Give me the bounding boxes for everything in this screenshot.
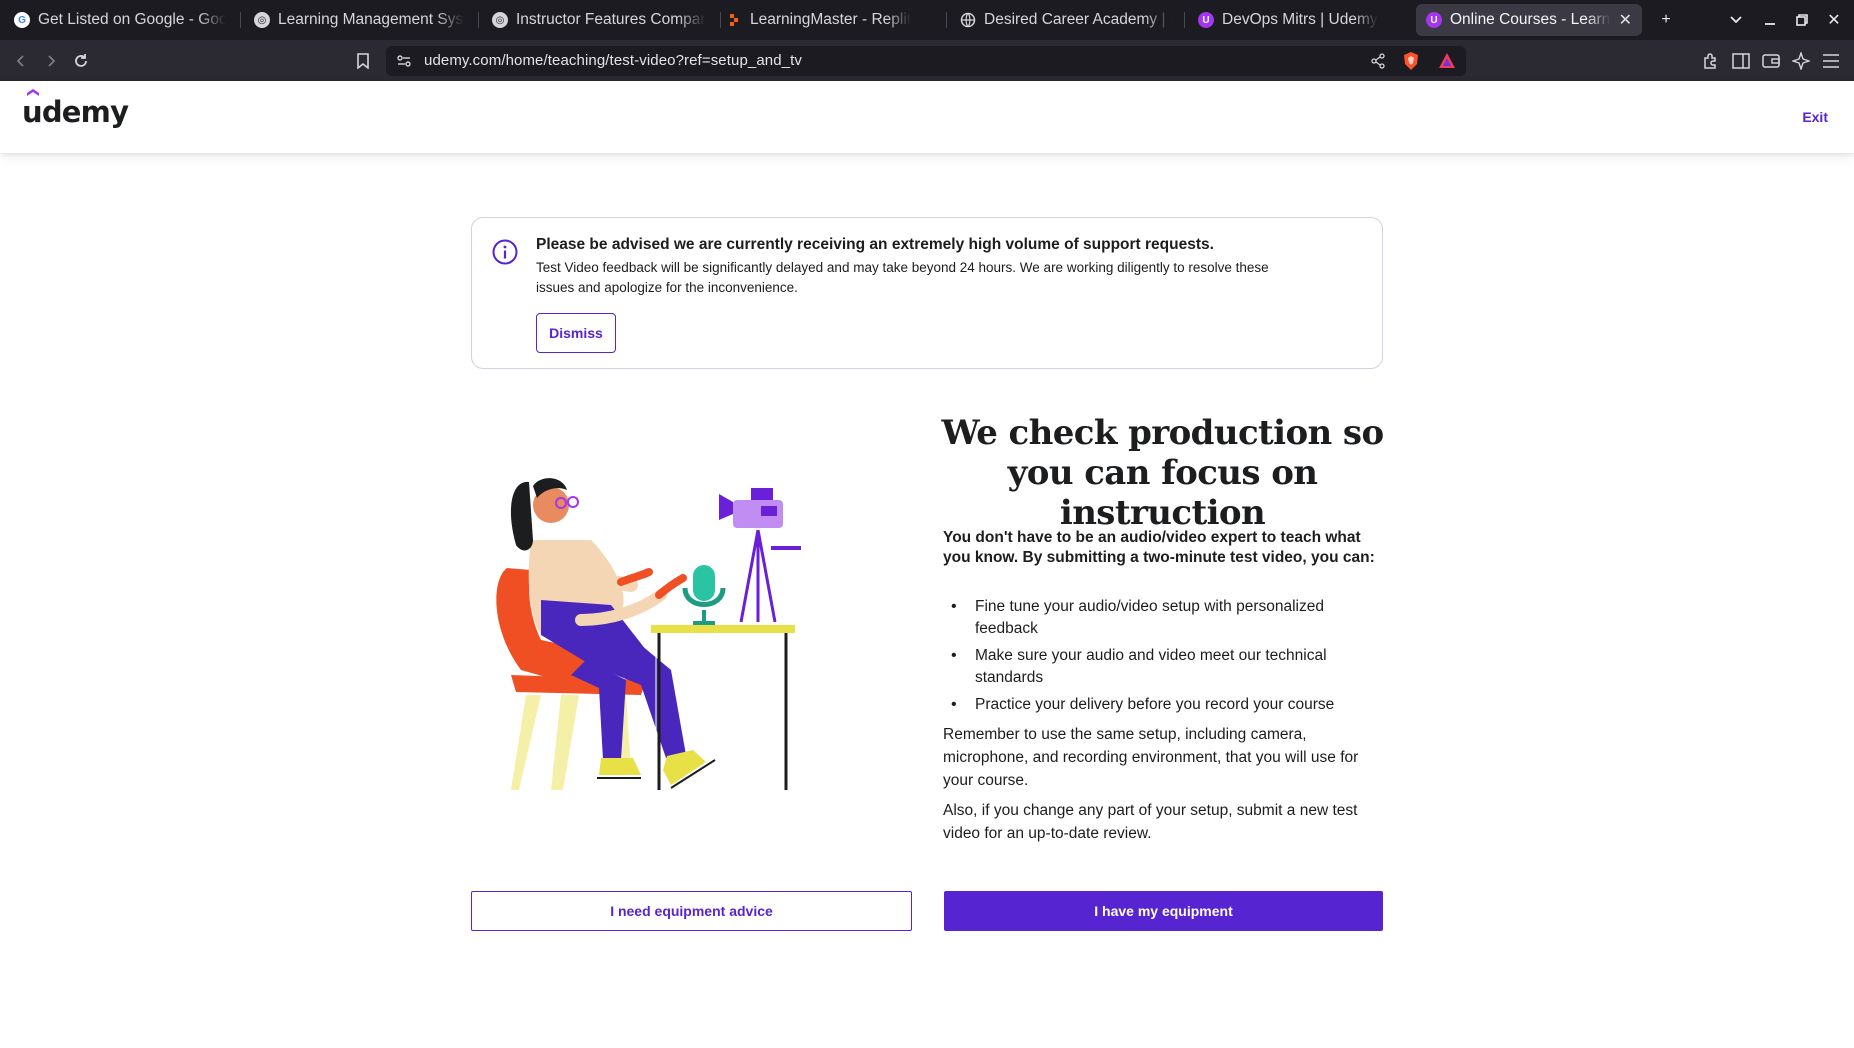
tab-close-icon[interactable]: ✕	[1611, 10, 1632, 30]
bookmark-icon[interactable]	[350, 48, 376, 74]
forward-icon[interactable]	[38, 48, 64, 74]
site-header: udemy Exit	[0, 81, 1854, 153]
openai-icon: ◎	[254, 12, 270, 28]
setup-reminder-text: Remember to use the same setup, includin…	[943, 726, 1359, 789]
close-window-icon[interactable]: ✕	[1822, 8, 1846, 32]
exit-link[interactable]: Exit	[1802, 109, 1828, 125]
leo-ai-icon[interactable]	[1788, 48, 1814, 74]
wallet-icon[interactable]	[1758, 48, 1784, 74]
list-item: Fine tune your audio/video setup with pe…	[943, 596, 1383, 640]
reload-icon[interactable]	[68, 48, 94, 74]
info-icon	[492, 239, 518, 265]
browser-tab-replit[interactable]: LearningMaster - Replit	[716, 4, 948, 36]
share-icon[interactable]	[1370, 53, 1386, 74]
notice-title: Please be advised we are currently recei…	[536, 236, 1214, 253]
brave-shields-icon[interactable]	[1402, 51, 1420, 76]
list-item: Practice your delivery before you record…	[943, 694, 1383, 716]
intro-text: You don't have to be an audio/video expe…	[943, 529, 1375, 566]
browser-tab-lms[interactable]: ◎ Learning Management Syst	[244, 4, 474, 36]
instructor-recording-illustration	[496, 478, 801, 790]
browser-tab-instructor[interactable]: ◎ Instructor Features Compar	[482, 4, 716, 36]
browser-tab-devops-mitrs[interactable]: U DevOps Mitrs | Udemy	[1188, 4, 1414, 36]
url-text: udemy.com/home/teaching/test-video?ref=s…	[424, 52, 802, 69]
benefits-list: Fine tune your audio/video setup with pe…	[943, 596, 1383, 721]
address-bar[interactable]: udemy.com/home/teaching/test-video?ref=s…	[386, 46, 1466, 76]
browser-tab-strip: G Get Listed on Google - Goog ◎ Learning…	[0, 0, 1854, 40]
new-tab-icon[interactable]: +	[1654, 8, 1678, 32]
resubmit-note-text: Also, if you change any part of your set…	[943, 802, 1358, 842]
replit-icon	[726, 12, 742, 28]
sidebar-icon[interactable]	[1728, 48, 1754, 74]
dismiss-button[interactable]: Dismiss	[536, 313, 616, 353]
udemy-logo[interactable]: udemy	[22, 95, 129, 129]
google-icon: G	[14, 12, 30, 28]
brave-rewards-icon[interactable]	[1438, 52, 1456, 75]
list-item: Make sure your audio and video meet our …	[943, 645, 1383, 689]
globe-icon	[960, 12, 976, 28]
site-info-icon[interactable]	[396, 53, 412, 74]
udemy-icon: U	[1198, 12, 1214, 28]
openai-icon: ◎	[492, 12, 508, 28]
minimize-icon[interactable]	[1758, 8, 1782, 32]
back-icon[interactable]	[8, 48, 34, 74]
support-notice-banner: Please be advised we are currently recei…	[471, 217, 1383, 369]
extensions-icon[interactable]	[1698, 48, 1724, 74]
page-headline: We check production so you can focus on …	[941, 413, 1384, 533]
menu-icon[interactable]	[1818, 48, 1844, 74]
udemy-icon: U	[1426, 12, 1442, 28]
have-equipment-button[interactable]: I have my equipment	[944, 891, 1383, 931]
browser-tab-career-academy[interactable]: Desired Career Academy | E	[950, 4, 1182, 36]
browser-toolbar: udemy.com/home/teaching/test-video?ref=s…	[0, 40, 1854, 81]
browser-tab-online-courses[interactable]: U Online Courses - Learn A ✕	[1416, 4, 1642, 36]
notice-body: Test Video feedback will be significantl…	[536, 260, 1269, 295]
restore-icon[interactable]	[1790, 8, 1814, 32]
browser-tab-google[interactable]: G Get Listed on Google - Goog	[4, 4, 236, 36]
tab-list-chevron-icon[interactable]	[1724, 8, 1748, 32]
equipment-advice-button[interactable]: I need equipment advice	[471, 891, 912, 931]
